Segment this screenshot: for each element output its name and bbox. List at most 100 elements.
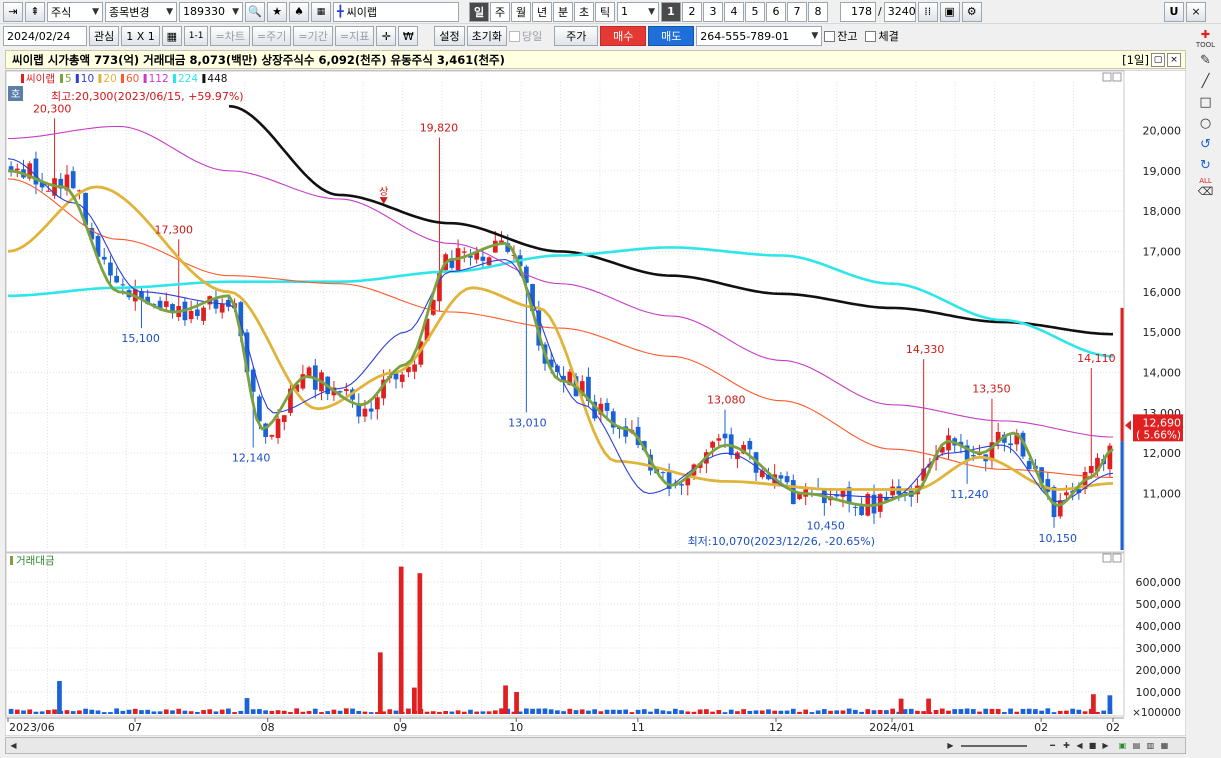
- arrow-up-bar-icon[interactable]: ⇞: [25, 1, 45, 22]
- stock-code-input[interactable]: 189330 ▼: [179, 1, 243, 22]
- tab-day[interactable]: 일: [469, 1, 489, 22]
- y-tick-label: 16,000: [1143, 286, 1182, 299]
- pin-icon[interactable]: ⇥: [3, 1, 23, 22]
- save-image-icon[interactable]: ▤: [1130, 739, 1143, 752]
- legend-entry: 60: [126, 73, 139, 85]
- volume-bar: [238, 710, 244, 714]
- stock-name-field[interactable]: ╋ 씨이랩: [333, 1, 459, 22]
- tab-week[interactable]: 주: [490, 1, 510, 22]
- gear-icon[interactable]: ⚙: [961, 1, 982, 22]
- rectangle-tool-icon[interactable]: □: [1195, 92, 1217, 112]
- filled-checkbox[interactable]: 체결: [865, 28, 899, 44]
- candle-body: [120, 284, 126, 286]
- chart-toggle-button[interactable]: =차트: [210, 26, 250, 46]
- legend-entry: 씨이랩: [26, 73, 55, 85]
- price-chart[interactable]: 20,000 19,000 18,000 17,000 16,000 15,000 14,0…: [5, 70, 1186, 736]
- layout-button[interactable]: 1 X 1: [121, 26, 160, 46]
- candle-body: [1064, 492, 1069, 496]
- zoom-out-icon[interactable]: ━: [1046, 739, 1059, 752]
- link-button[interactable]: 1-1: [183, 26, 209, 46]
- legend-swatch: [202, 74, 206, 83]
- legend-swatch: [75, 74, 79, 83]
- cycle-toggle-button[interactable]: =주기: [251, 26, 292, 46]
- candle-body: [747, 440, 753, 450]
- page-button-3[interactable]: 3: [703, 1, 723, 22]
- volume-bar: [157, 711, 163, 714]
- spade-menu-icon[interactable]: ♠: [289, 1, 309, 22]
- tool-toggle[interactable]: ✚ TOOL: [1195, 27, 1217, 49]
- circle-tool-icon[interactable]: ○: [1195, 113, 1217, 133]
- erase-all-tool[interactable]: ALL ⌫: [1195, 176, 1217, 198]
- buy-button[interactable]: 매수: [600, 26, 647, 46]
- settings-panel-icon[interactable]: ▦: [1158, 739, 1171, 752]
- scroll-right-icon[interactable]: ▶: [944, 739, 957, 752]
- search-icon[interactable]: 🔍: [245, 1, 265, 22]
- tab-month[interactable]: 월: [511, 1, 531, 22]
- redo-icon[interactable]: ↻: [1195, 155, 1217, 175]
- zoom-slider[interactable]: [961, 739, 1027, 752]
- count-input[interactable]: 178: [840, 1, 876, 22]
- price-button[interactable]: 주가: [554, 26, 599, 46]
- page-button-6[interactable]: 6: [766, 1, 786, 22]
- tab-second[interactable]: 초: [574, 1, 594, 22]
- close-window-icon[interactable]: ×: [1186, 1, 1206, 22]
- volume-bar: [300, 711, 306, 714]
- interval-select[interactable]: 1 ▼: [617, 1, 659, 22]
- candle-body: [890, 486, 895, 496]
- page-button-2[interactable]: 2: [682, 1, 702, 22]
- volume-bar: [573, 710, 579, 714]
- print-icon[interactable]: ▥: [1144, 739, 1157, 752]
- zoom-in-icon[interactable]: ✚: [1060, 739, 1073, 752]
- candle-body: [108, 262, 113, 276]
- link-icon: ╋: [337, 5, 344, 18]
- price-annotation: 14,330: [906, 343, 945, 356]
- candle-body: [716, 438, 722, 441]
- change-stock-select[interactable]: 종목변경 ▼: [105, 1, 177, 22]
- star-icon[interactable]: ★: [267, 1, 287, 22]
- page-button-4[interactable]: 4: [724, 1, 744, 22]
- date-field[interactable]: 2024/02/24: [3, 26, 87, 46]
- stop-icon[interactable]: ■: [1086, 739, 1099, 752]
- line-tool-icon[interactable]: ╱: [1195, 71, 1217, 91]
- undo-icon[interactable]: ↺: [1195, 134, 1217, 154]
- page-button-1[interactable]: 1: [661, 1, 681, 22]
- market-select[interactable]: 주식 ▼: [47, 1, 103, 22]
- quote-badge-label: 호: [11, 89, 20, 101]
- setup-button[interactable]: 설정: [434, 26, 465, 46]
- candle-body: [101, 256, 107, 260]
- chart-scrollbar[interactable]: ◀ ▶ ━ ✚ ◀ ■ ▶ ▣ ▤ ▥ ▦: [5, 737, 1186, 754]
- tab-tick[interactable]: 틱: [595, 1, 615, 22]
- pencil-icon[interactable]: ✎: [1195, 50, 1217, 70]
- restore-icon[interactable]: ▢: [1151, 53, 1165, 67]
- candle-body: [337, 391, 343, 393]
- prev-icon[interactable]: ◀: [1073, 739, 1086, 752]
- excel-icon[interactable]: ▣: [1116, 739, 1129, 752]
- u-button[interactable]: U: [1164, 1, 1184, 22]
- today-checkbox[interactable]: 당일: [508, 28, 542, 44]
- crosshair-icon[interactable]: ✛: [376, 26, 397, 46]
- reset-button[interactable]: 초기화: [466, 26, 507, 46]
- account-select[interactable]: 264-555-789-01 ▼: [696, 26, 823, 46]
- balance-checkbox[interactable]: 잔고: [824, 28, 857, 44]
- change-stock-label: 종목변경: [109, 5, 150, 19]
- play-icon[interactable]: ▶: [1099, 739, 1112, 752]
- volume-bar: [114, 708, 119, 714]
- zoom-dots-icon[interactable]: ⁞⁞: [917, 1, 938, 22]
- indicator-toggle-button[interactable]: =지표: [334, 26, 375, 46]
- tab-minute[interactable]: 분: [553, 1, 573, 22]
- save-icon[interactable]: ▣: [939, 1, 960, 22]
- page-button-7[interactable]: 7: [787, 1, 807, 22]
- close-icon[interactable]: ×: [1167, 53, 1181, 67]
- candle-body: [163, 301, 169, 307]
- tab-year[interactable]: 년: [532, 1, 552, 22]
- page-button-5[interactable]: 5: [745, 1, 765, 22]
- scroll-left-icon[interactable]: ◀: [7, 739, 20, 752]
- volume-bar: [610, 709, 616, 714]
- grid-icon[interactable]: ▦: [311, 1, 331, 22]
- page-button-8[interactable]: 8: [808, 1, 828, 22]
- watch-button[interactable]: 관심: [89, 26, 120, 46]
- period-toggle-button[interactable]: =기간: [293, 26, 333, 46]
- sell-button[interactable]: 매도: [648, 26, 695, 46]
- calendar-icon[interactable]: ▦: [161, 26, 182, 46]
- won-icon[interactable]: ₩: [398, 26, 419, 46]
